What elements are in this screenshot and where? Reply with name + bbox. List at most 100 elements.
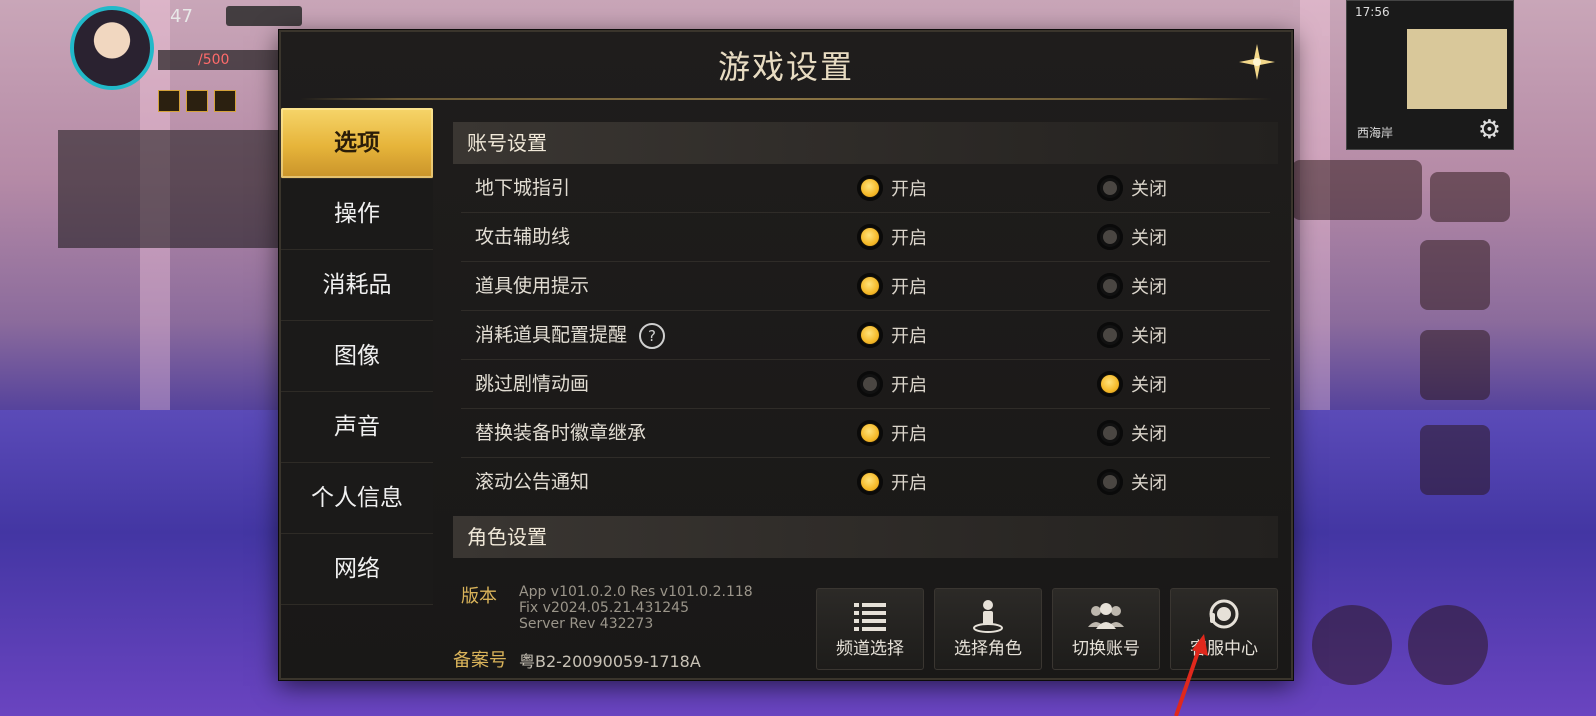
setting-label: 攻击辅助线 [475,226,571,248]
option-off-label: 关闭 [1131,473,1167,494]
setting-label: 消耗道具配置提醒? [475,311,666,359]
version-line: Fix v2024.05.21.431245 [519,600,689,616]
option-off[interactable]: 关闭 [1097,311,1167,359]
chat-panel[interactable] [58,130,278,248]
tab-graphics[interactable]: 图像 [281,321,433,392]
option-on[interactable]: 开启 [857,409,927,457]
close-button[interactable] [1237,42,1277,82]
option-off[interactable]: 关闭 [1097,164,1167,212]
title-divider [301,98,1271,100]
setting-row: 跳过剧情动画 开启 关闭 [461,360,1270,409]
switch-account-button[interactable]: 切换账号 [1052,588,1160,670]
setting-row: 地下城指引 开启 关闭 [461,164,1270,213]
side-hud-icon[interactable] [1420,330,1490,400]
phone-clock: 17:56 [1355,5,1390,19]
buff-icon [214,90,236,112]
option-on[interactable]: 开启 [857,458,927,506]
character-select-button[interactable]: 选择角色 [934,588,1042,670]
hp-bar: /500 [158,50,278,70]
tab-sound[interactable]: 声音 [281,392,433,463]
radio-button[interactable] [1097,175,1123,201]
button-label: 频道选择 [836,639,904,659]
gear-icon[interactable]: ⚙ [1478,117,1501,143]
side-hud-icon[interactable] [1420,425,1490,495]
option-off-label: 关闭 [1131,179,1167,200]
section-header-account: 账号设置 [453,122,1278,164]
setting-label: 替换装备时徽章继承 [475,422,647,444]
radio-button[interactable] [857,322,883,348]
settings-tabs: 选项 操作 消耗品 图像 声音 个人信息 网络 [281,108,433,605]
side-hud-icon[interactable] [1408,605,1488,685]
player-avatar[interactable] [70,6,154,90]
side-hud-icon[interactable] [1420,240,1490,310]
option-off-label: 关闭 [1131,375,1167,396]
close-icon [1239,44,1275,80]
option-off[interactable]: 关闭 [1097,409,1167,457]
minimap[interactable]: 17:56 西海岸 ⚙ [1346,0,1514,150]
channel-select-button[interactable]: 频道选择 [816,588,924,670]
side-hud-panel [1292,160,1422,220]
minimap-image [1407,29,1507,109]
setting-row: 道具使用提示 开启 关闭 [461,262,1270,311]
option-off[interactable]: 关闭 [1097,458,1167,506]
option-on[interactable]: 开启 [857,360,927,408]
section-header-role: 角色设置 [453,516,1278,558]
version-line: App v101.0.2.0 Res v101.0.2.118 [519,584,753,600]
option-off[interactable]: 关闭 [1097,360,1167,408]
record-number: 粤B2-20090059-1718A [519,652,701,671]
radio-button[interactable] [1097,371,1123,397]
annotation-arrow [1174,634,1208,716]
tab-consumables[interactable]: 消耗品 [281,250,433,321]
radio-button[interactable] [857,469,883,495]
option-on-label: 开启 [891,277,927,298]
side-hud-icon[interactable] [1312,605,1392,685]
tab-controls[interactable]: 操作 [281,179,433,250]
radio-button[interactable] [857,224,883,250]
setting-row: 滚动公告通知 开启 关闭 [461,458,1270,506]
option-off[interactable]: 关闭 [1097,262,1167,310]
hud-chip [226,6,302,26]
option-off[interactable]: 关闭 [1097,213,1167,261]
character-select-icon [935,599,1041,633]
option-on[interactable]: 开启 [857,262,927,310]
radio-button[interactable] [1097,273,1123,299]
dialog-title: 游戏设置 [717,48,854,86]
radio-button[interactable] [857,371,883,397]
option-on[interactable]: 开启 [857,213,927,261]
tab-network[interactable]: 网络 [281,534,433,605]
switch-account-icon [1053,599,1159,633]
version-info: App v101.0.2.0 Res v101.0.2.118 Fix v202… [519,584,753,632]
tab-profile[interactable]: 个人信息 [281,463,433,534]
buff-icon [186,90,208,112]
tab-options[interactable]: 选项 [281,108,433,179]
option-off-label: 关闭 [1131,424,1167,445]
map-name: 西海岸 [1357,126,1394,140]
buff-list [158,90,236,112]
setting-label: 地下城指引 [475,177,571,199]
option-on-label: 开启 [891,424,927,445]
option-off-label: 关闭 [1131,326,1167,347]
side-hud-panel [1430,172,1510,222]
radio-button[interactable] [857,420,883,446]
setting-row: 消耗道具配置提醒? 开启 关闭 [461,311,1270,360]
radio-button[interactable] [1097,469,1123,495]
radio-button[interactable] [857,273,883,299]
radio-button[interactable] [857,175,883,201]
headset-icon [1171,599,1277,633]
help-icon[interactable]: ? [639,322,666,349]
option-on[interactable]: 开启 [857,164,927,212]
radio-button[interactable] [1097,224,1123,250]
option-off-label: 关闭 [1131,277,1167,298]
setting-label: 跳过剧情动画 [475,373,590,395]
buff-icon [158,90,180,112]
settings-content: 账号设置 地下城指引 开启 关闭 攻击辅助线 开启 关闭 道具使用提示 开启 关… [453,122,1278,558]
button-label: 选择角色 [954,639,1022,659]
setting-row: 攻击辅助线 开启 关闭 [461,213,1270,262]
game-settings-dialog: 游戏设置 选项 操作 消耗品 图像 声音 个人信息 网络 账号设置 地下城指引 … [279,30,1293,680]
radio-button[interactable] [1097,322,1123,348]
button-label: 切换账号 [1072,639,1140,659]
option-on[interactable]: 开启 [857,311,927,359]
setting-label-text: 消耗道具配置提醒 [475,324,628,346]
radio-button[interactable] [1097,420,1123,446]
record-label: 备案号 [453,650,507,671]
